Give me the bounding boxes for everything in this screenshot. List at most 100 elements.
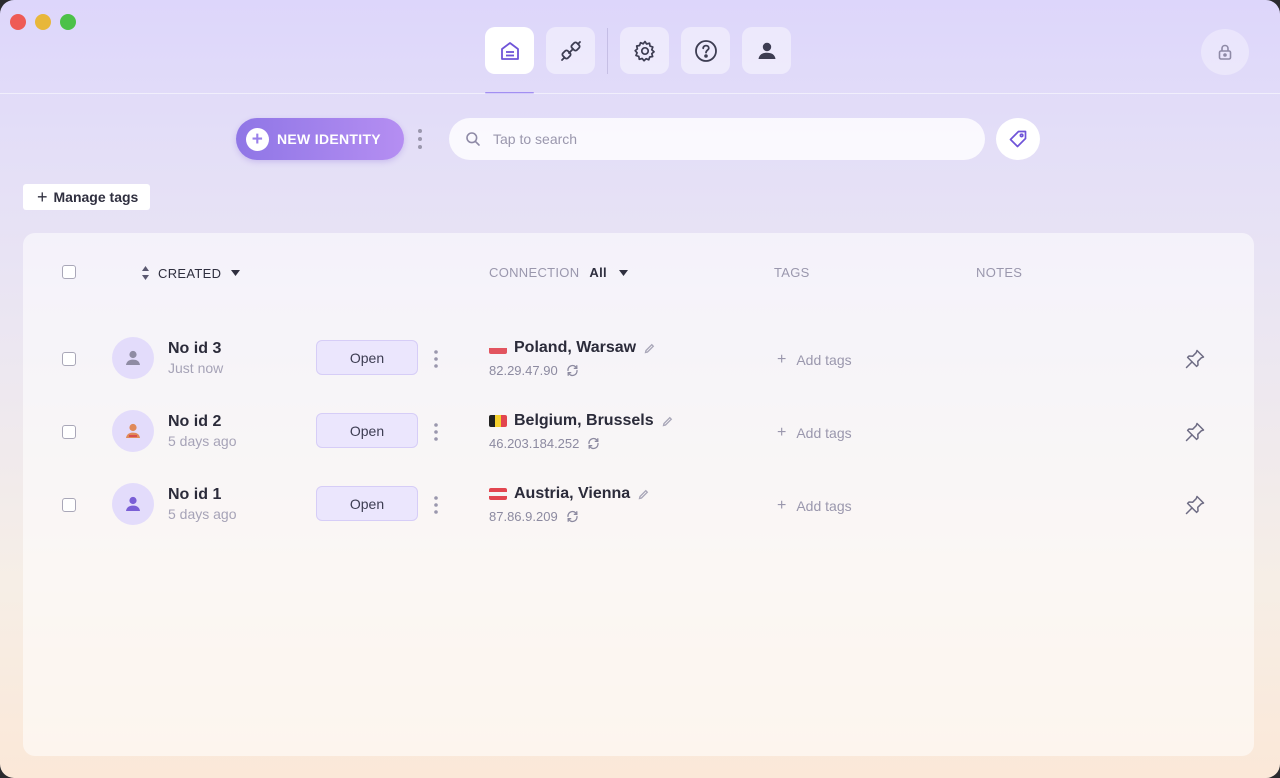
edit-location-icon[interactable] xyxy=(662,416,673,427)
settings-icon xyxy=(633,39,657,63)
location-label: Belgium, Brussels xyxy=(514,412,654,429)
tags-column-header: TAGS xyxy=(774,265,810,280)
table-header: CREATED CONNECTION All TAGS NOTES xyxy=(23,233,1254,309)
connection-filter-select[interactable]: All xyxy=(589,265,628,280)
tag-filter-button[interactable] xyxy=(996,118,1040,160)
plus-icon: + xyxy=(246,127,269,151)
pin-icon[interactable] xyxy=(1184,494,1206,516)
new-identity-button[interactable]: + NEW IDENTITY xyxy=(236,118,404,160)
header-divider xyxy=(0,93,1280,94)
row-menu-button[interactable] xyxy=(433,495,439,515)
add-tags-label: Add tags xyxy=(796,352,852,368)
ip-address: 82.29.47.90 xyxy=(489,363,579,378)
edit-location-icon[interactable] xyxy=(644,343,655,354)
refresh-ip-icon[interactable] xyxy=(558,510,579,523)
identity-created-time: 5 days ago xyxy=(168,506,237,522)
identities-icon xyxy=(499,40,521,62)
nav-integrations-button[interactable] xyxy=(546,27,595,74)
open-button[interactable]: Open xyxy=(316,486,418,521)
table-row[interactable]: No id 1 5 days ago Open Austria, Vienna … xyxy=(23,461,1254,534)
row-checkbox[interactable] xyxy=(62,498,76,512)
sort-icon xyxy=(141,265,150,281)
connection-header-label: CONNECTION xyxy=(489,265,580,280)
pin-icon[interactable] xyxy=(1184,348,1206,370)
open-button[interactable]: Open xyxy=(316,413,418,448)
nav-settings-button[interactable] xyxy=(620,27,669,74)
ip-address: 46.203.184.252 xyxy=(489,436,600,451)
select-all-checkbox[interactable] xyxy=(62,265,76,279)
window-controls xyxy=(10,14,76,30)
kebab-icon xyxy=(434,423,438,441)
avatar xyxy=(112,483,154,525)
location-label: Poland, Warsaw xyxy=(514,339,637,356)
plus-icon: + xyxy=(37,186,48,207)
manage-tags-label: Manage tags xyxy=(53,189,139,205)
add-tags-button[interactable]: + Add tags xyxy=(777,424,852,442)
maximize-window-button[interactable] xyxy=(60,14,76,30)
plus-icon: + xyxy=(777,424,787,441)
created-column-header[interactable]: CREATED xyxy=(141,265,241,281)
search-input[interactable]: Tap to search xyxy=(493,131,577,147)
account-icon xyxy=(756,40,778,62)
avatar-icon xyxy=(126,496,140,511)
row-menu-button[interactable] xyxy=(433,349,439,369)
identity-name: No id 2 xyxy=(168,413,222,430)
identities-table: CREATED CONNECTION All TAGS NOTES No id … xyxy=(23,233,1254,756)
austria-flag-icon xyxy=(489,488,507,500)
identity-created-time: 5 days ago xyxy=(168,433,237,449)
ip-label: 87.86.9.209 xyxy=(489,509,558,524)
kebab-icon xyxy=(434,496,438,514)
identity-created-time: Just now xyxy=(168,360,224,376)
kebab-icon xyxy=(434,350,438,368)
plus-icon: + xyxy=(777,497,787,514)
open-button[interactable]: Open xyxy=(316,340,418,375)
tag-icon xyxy=(1008,129,1028,149)
row-checkbox[interactable] xyxy=(62,352,76,366)
nav-help-button[interactable] xyxy=(681,27,730,74)
avatar xyxy=(112,337,154,379)
search-bar[interactable]: Tap to search xyxy=(449,118,985,160)
location-label: Austria, Vienna xyxy=(514,485,631,502)
manage-tags-button[interactable]: + Manage tags xyxy=(23,184,151,210)
row-menu-button[interactable] xyxy=(433,422,439,442)
belgium-flag-icon xyxy=(489,415,507,427)
minimize-window-button[interactable] xyxy=(35,14,51,30)
lock-icon xyxy=(1216,43,1234,61)
row-checkbox[interactable] xyxy=(62,425,76,439)
refresh-ip-icon[interactable] xyxy=(558,364,579,377)
avatar-icon xyxy=(126,423,140,438)
integrations-icon xyxy=(559,39,583,63)
chevron-down-icon xyxy=(231,270,241,276)
edit-location-icon[interactable] xyxy=(638,489,649,500)
refresh-ip-icon[interactable] xyxy=(579,437,600,450)
kebab-icon xyxy=(418,129,422,149)
lock-button[interactable] xyxy=(1201,29,1249,75)
nav-account-button[interactable] xyxy=(742,27,791,74)
pin-icon[interactable] xyxy=(1184,421,1206,443)
help-icon xyxy=(694,39,718,63)
top-navigation xyxy=(485,27,803,94)
close-window-button[interactable] xyxy=(10,14,26,30)
more-options-button[interactable] xyxy=(416,128,424,150)
created-header-label: CREATED xyxy=(158,265,222,281)
nav-identities-button[interactable] xyxy=(485,27,534,94)
add-tags-button[interactable]: + Add tags xyxy=(777,351,852,369)
notes-column-header: NOTES xyxy=(976,265,1023,280)
new-identity-label: NEW IDENTITY xyxy=(277,131,381,147)
table-row[interactable]: No id 2 5 days ago Open Belgium, Brussel… xyxy=(23,388,1254,461)
poland-flag-icon xyxy=(489,342,507,354)
avatar xyxy=(112,410,154,452)
nav-separator xyxy=(607,27,608,74)
add-tags-label: Add tags xyxy=(796,425,852,441)
add-tags-button[interactable]: + Add tags xyxy=(777,497,852,515)
table-row[interactable]: No id 3 Just now Open Poland, Warsaw 82.… xyxy=(23,315,1254,388)
add-tags-label: Add tags xyxy=(796,498,852,514)
identity-name: No id 1 xyxy=(168,486,222,503)
connection-location: Austria, Vienna xyxy=(489,485,649,503)
connection-location: Poland, Warsaw xyxy=(489,339,655,357)
search-icon xyxy=(465,131,481,147)
identity-name: No id 3 xyxy=(168,340,222,357)
connection-column-header: CONNECTION All xyxy=(489,265,628,280)
ip-label: 82.29.47.90 xyxy=(489,363,558,378)
connection-location: Belgium, Brussels xyxy=(489,412,673,430)
